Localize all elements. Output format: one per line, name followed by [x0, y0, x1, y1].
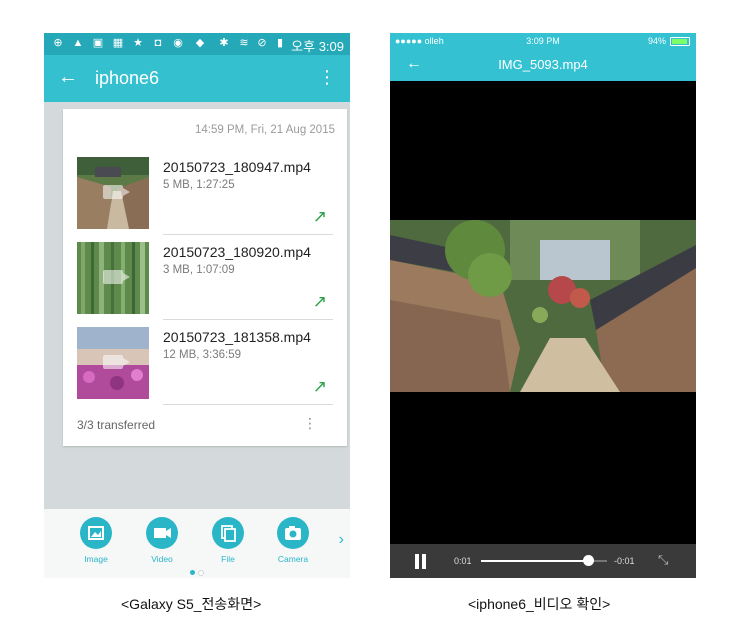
- video-camera-icon: [103, 355, 130, 369]
- file-label: File: [221, 554, 235, 564]
- file-meta: 5 MB, 1:27:25: [163, 179, 235, 191]
- bottom-bar: Image Video File Camera ›: [44, 509, 350, 578]
- scrubber-knob[interactable]: [583, 555, 595, 566]
- app-icon: ◘: [154, 37, 162, 49]
- star-icon: ★: [133, 37, 143, 49]
- chart-icon: ▣: [92, 37, 104, 49]
- video-icon: [146, 517, 178, 549]
- record-icon: ◉: [173, 37, 183, 49]
- divider: [163, 319, 333, 320]
- remaining-time: -0:01: [614, 556, 635, 566]
- scrubber-progress: [481, 560, 589, 562]
- android-screen: ⊕ ▲ ▣ ▦ ★ ◘ ◉ ◆ ✱ ≋ ⊘ ▮ 오후 3:09 ← iphone…: [44, 33, 350, 578]
- app-bar-title: iphone6: [95, 68, 160, 88]
- iphone-screen: ●●●●● olleh 3:09 PM 94% ← IMG_5093.mp4 0…: [390, 33, 696, 578]
- app-icon: ◆: [195, 37, 205, 49]
- list-item[interactable]: 20150723_180920.mp4 3 MB, 1:07:09 ↗: [77, 242, 333, 328]
- ios-status-bar: ●●●●● olleh 3:09 PM 94%: [390, 33, 696, 49]
- video-camera-icon: [103, 270, 130, 284]
- nav-bar: ← IMG_5093.mp4: [390, 49, 696, 81]
- transfer-arrow-icon: ↗: [312, 292, 327, 311]
- list-item[interactable]: 20150723_180947.mp4 5 MB, 1:27:25 ↗: [77, 157, 333, 243]
- chevron-right-icon[interactable]: ›: [339, 531, 344, 549]
- transfer-arrow-icon: ↗: [312, 207, 327, 226]
- more-vert-icon[interactable]: ⋮: [318, 67, 336, 88]
- bluetooth-icon: ✱: [219, 37, 229, 49]
- transfer-date: 14:59 PM, Fri, 21 Aug 2015: [194, 124, 335, 136]
- caption-right: <iphone6_비디오 확인>: [468, 596, 611, 612]
- video-controls: 0:01 -0:01 ⤡: [390, 544, 696, 578]
- caption-left: <Galaxy S5_전송화면>: [121, 596, 262, 612]
- app-bar: ← iphone6 ⋮: [44, 55, 350, 102]
- file-meta: 3 MB, 1:07:09: [163, 264, 235, 276]
- back-arrow-icon[interactable]: ←: [58, 66, 78, 89]
- video-frame[interactable]: [390, 220, 696, 392]
- battery-icon: ▮: [276, 37, 284, 49]
- warning-icon: ▲: [72, 37, 84, 49]
- image-icon: [80, 517, 112, 549]
- transfer-status: 3/3 transferred: [77, 418, 156, 432]
- expand-icon[interactable]: ⤡: [658, 552, 668, 568]
- video-label: Video: [151, 554, 173, 564]
- camera-icon: [277, 517, 309, 549]
- camera-button[interactable]: Camera: [263, 517, 323, 564]
- list-item[interactable]: 20150723_181358.mp4 12 MB, 3:36:59 ↗: [77, 327, 333, 413]
- camera-label: Camera: [277, 554, 309, 564]
- video-camera-icon: [103, 185, 130, 199]
- image-icon: ▦: [112, 37, 124, 49]
- divider: [163, 404, 333, 405]
- file-meta: 12 MB, 3:36:59: [163, 349, 241, 361]
- video-thumbnail: [77, 327, 149, 399]
- battery-percent: 94%: [647, 36, 666, 46]
- transfer-card: 14:59 PM, Fri, 21 Aug 2015 20150723_1809…: [63, 109, 347, 446]
- video-thumbnail: [77, 242, 149, 314]
- divider: [163, 234, 333, 235]
- status-time: 오후 3:09: [291, 39, 344, 54]
- page-dot: [198, 570, 204, 576]
- video-button[interactable]: Video: [132, 517, 192, 564]
- image-label: Image: [84, 554, 108, 564]
- file-icon: [212, 517, 244, 549]
- file-name: 20150723_181358.mp4: [163, 329, 311, 345]
- wifi-icon: ≋: [239, 37, 249, 49]
- nav-title: IMG_5093.mp4: [498, 57, 588, 72]
- file-name: 20150723_180920.mp4: [163, 244, 311, 260]
- file-name: 20150723_180947.mp4: [163, 159, 311, 175]
- file-button[interactable]: File: [198, 517, 258, 564]
- page-dot-active: [190, 570, 195, 575]
- add-icon: ⊕: [53, 37, 63, 49]
- video-thumbnail: [77, 157, 149, 229]
- current-time: 0:01: [454, 556, 472, 566]
- battery-icon: [670, 37, 690, 46]
- card-more-icon[interactable]: ⋮: [303, 415, 317, 432]
- block-icon: ⊘: [257, 37, 267, 49]
- transfer-arrow-icon: ↗: [312, 377, 327, 396]
- image-button[interactable]: Image: [66, 517, 126, 564]
- pause-button[interactable]: [414, 554, 428, 569]
- status-bar: ⊕ ▲ ▣ ▦ ★ ◘ ◉ ◆ ✱ ≋ ⊘ ▮ 오후 3:09: [44, 33, 350, 55]
